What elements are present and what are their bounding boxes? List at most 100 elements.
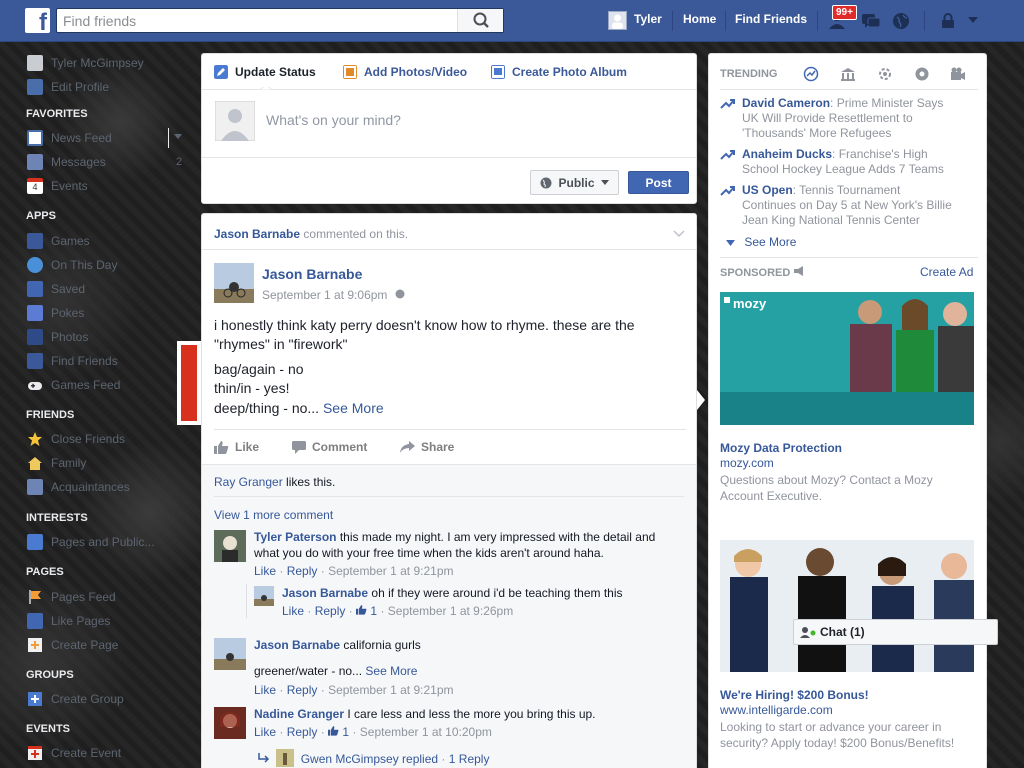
ad-title[interactable]: Mozy Data Protection <box>720 441 842 455</box>
comment-like-link[interactable]: Like <box>254 564 276 578</box>
commenter-name[interactable]: Jason Barnabe <box>254 638 340 652</box>
sidebar-edit-profile-label: Edit Profile <box>51 80 110 94</box>
commenter-avatar[interactable] <box>214 707 246 739</box>
messages-icon[interactable] <box>861 13 881 30</box>
facebook-logo[interactable]: f <box>25 8 50 33</box>
science-tech-icon[interactable] <box>877 66 893 82</box>
sidebar-item-events[interactable]: 4 Events <box>27 177 88 195</box>
sidebar-item-photos[interactable]: Photos <box>27 328 88 346</box>
create-ad-link[interactable]: Create Ad <box>920 265 973 279</box>
commenter-avatar[interactable] <box>214 530 246 562</box>
post-author-name[interactable]: Jason Barnabe <box>262 266 362 282</box>
comment-like-count[interactable]: 1 <box>342 725 349 739</box>
sidebar-item-family[interactable]: Family <box>27 454 86 472</box>
comment-time[interactable]: September 1 at 9:21pm <box>328 564 453 578</box>
sidebar-item-news-feed[interactable]: News Feed <box>27 129 112 147</box>
sidebar-item-on-this-day[interactable]: On This Day <box>27 256 117 274</box>
reply-reply-link[interactable]: Reply <box>315 604 346 618</box>
sidebar-item-pages-public[interactable]: Pages and Public... <box>27 533 154 551</box>
ad-title[interactable]: We're Hiring! $200 Bonus! <box>720 688 869 702</box>
post-timestamp[interactable]: September 1 at 9:06pm <box>262 288 405 302</box>
composer-avatar <box>215 101 255 141</box>
sidebar-item-games-feed[interactable]: Games Feed <box>27 376 120 394</box>
sidebar-item-close-friends[interactable]: Close Friends <box>27 430 125 448</box>
liker-name[interactable]: Ray Granger <box>214 475 283 489</box>
politics-icon[interactable] <box>840 66 856 82</box>
comment-button[interactable]: Comment <box>292 440 367 454</box>
entertainment-icon[interactable] <box>950 66 966 82</box>
profile-link[interactable]: Tyler <box>634 12 662 26</box>
trending-top-icon[interactable] <box>803 66 819 82</box>
trending-item[interactable]: US Open: Tennis Tournament Continues on … <box>720 183 982 228</box>
find-friends-link[interactable]: Find Friends <box>735 12 807 26</box>
trending-item[interactable]: David Cameron: Prime Minister Says UK Wi… <box>720 96 982 141</box>
sports-icon[interactable] <box>914 66 930 82</box>
replies-summary[interactable]: Gwen McGimpsey replied · 1 Reply <box>258 749 489 767</box>
share-button[interactable]: Share <box>400 440 454 454</box>
trending-see-more[interactable]: See More <box>726 235 796 249</box>
chevron-down-icon[interactable] <box>174 134 182 140</box>
sidebar-item-pages-feed[interactable]: Pages Feed <box>27 588 116 606</box>
trending-topic[interactable]: Anaheim Ducks <box>742 147 832 161</box>
reply-like-link[interactable]: Like <box>282 604 304 618</box>
right-column: TRENDING David Cameron: Prime Minister S… <box>708 53 987 768</box>
sidebar-item-games[interactable]: Games <box>27 232 90 250</box>
home-link[interactable]: Home <box>683 12 716 26</box>
ad-url[interactable]: mozy.com <box>720 456 774 470</box>
sidebar-profile[interactable]: Tyler McGimpsey <box>27 54 144 72</box>
trending-topic[interactable]: David Cameron <box>742 96 830 110</box>
sidebar-item-saved[interactable]: Saved <box>27 280 85 298</box>
post-button[interactable]: Post <box>628 171 689 194</box>
sidebar-item-create-group[interactable]: Create Group <box>27 690 124 708</box>
sidebar-item-acquaintances[interactable]: Acquaintances <box>27 478 130 496</box>
trending-topic[interactable]: US Open <box>742 183 793 197</box>
like-button[interactable]: Like <box>214 440 259 454</box>
comment-reply-link[interactable]: Reply <box>287 683 318 697</box>
reply-like-count[interactable]: 1 <box>370 604 377 618</box>
search-button[interactable] <box>457 9 503 32</box>
sidebar-item-messages[interactable]: Messages <box>27 153 106 171</box>
commenter-avatar[interactable] <box>214 638 246 670</box>
status-input[interactable] <box>266 112 666 128</box>
comment-reply-link[interactable]: Reply <box>287 564 318 578</box>
trending-desc: School Hockey League Adds 7 Teams <box>742 162 944 176</box>
comment-time[interactable]: September 1 at 10:20pm <box>360 725 492 739</box>
sidebar-item-create-event[interactable]: Create Event <box>27 744 121 762</box>
reply-time[interactable]: September 1 at 9:26pm <box>388 604 513 618</box>
replier-name[interactable]: Jason Barnabe <box>282 586 368 600</box>
nav-separator <box>672 11 673 31</box>
privacy-selector[interactable]: Public <box>530 170 619 195</box>
globe-notifications-icon[interactable] <box>892 12 910 30</box>
chat-tab[interactable]: Chat (1) <box>793 619 998 645</box>
trending-item[interactable]: Anaheim Ducks: Franchise's High School H… <box>720 147 982 177</box>
replier-avatar[interactable] <box>254 586 274 606</box>
tab-create-album[interactable]: Create Photo Album <box>491 65 627 79</box>
sidebar-item-find-friends[interactable]: Find Friends <box>27 352 118 370</box>
see-more-link[interactable]: See More <box>365 664 417 678</box>
story-context-name[interactable]: Jason Barnabe <box>214 227 300 241</box>
ad-image[interactable]: mozy <box>720 292 974 425</box>
sidebar-item-like-pages[interactable]: Like Pages <box>27 612 110 630</box>
chevron-down-icon[interactable] <box>967 16 979 24</box>
tab-add-photos[interactable]: Add Photos/Video <box>343 65 467 79</box>
sidebar-item-create-page[interactable]: Create Page <box>27 636 118 654</box>
chevron-down-icon[interactable] <box>673 230 685 238</box>
ad-image[interactable] <box>720 540 974 672</box>
see-more-link[interactable]: See More <box>323 400 384 416</box>
sidebar-item-pokes[interactable]: Pokes <box>27 304 84 322</box>
comment-like-link[interactable]: Like <box>254 725 276 739</box>
ad-url[interactable]: www.intelligarde.com <box>720 703 833 717</box>
sidebar-item-label: Events <box>51 179 88 193</box>
commenter-name[interactable]: Nadine Granger <box>254 707 344 721</box>
comment-like-link[interactable]: Like <box>254 683 276 697</box>
post-author-avatar[interactable] <box>214 263 254 303</box>
comment-reply-link[interactable]: Reply <box>287 725 318 739</box>
privacy-shortcuts-icon[interactable] <box>940 13 956 29</box>
commenter-name[interactable]: Tyler Paterson <box>254 530 336 544</box>
sidebar-edit-profile[interactable]: Edit Profile <box>27 78 109 96</box>
view-more-comments[interactable]: View 1 more comment <box>214 507 333 523</box>
tab-update-status[interactable]: Update Status <box>214 65 316 79</box>
user-avatar[interactable] <box>608 11 627 30</box>
comment-time[interactable]: September 1 at 9:21pm <box>328 683 453 697</box>
search-input[interactable] <box>63 12 453 30</box>
